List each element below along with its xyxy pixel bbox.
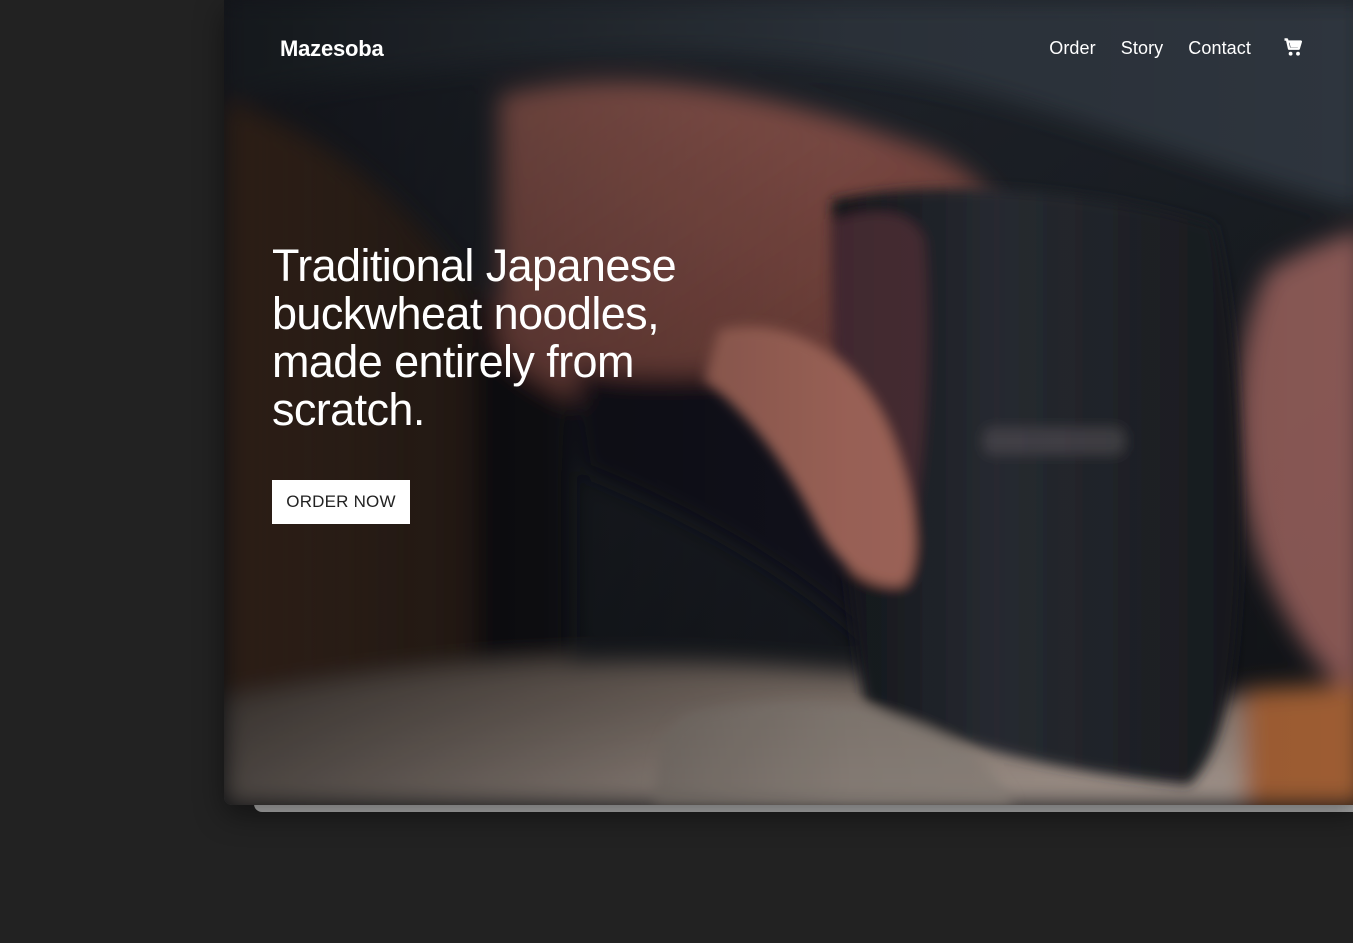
- nav-contact-link[interactable]: Contact: [1188, 38, 1251, 59]
- brand-logo[interactable]: Mazesoba: [280, 36, 384, 62]
- shopping-cart-icon[interactable]: [1281, 35, 1305, 59]
- main-navigation: Order Story Contact: [1049, 38, 1251, 59]
- order-now-button[interactable]: ORDER NOW: [272, 480, 410, 524]
- hero-section: Mazesoba Order Story Contact Traditional…: [224, 0, 1353, 805]
- browser-stage: Mazesoba Order Story Contact Traditional…: [0, 0, 1353, 943]
- nav-order-link[interactable]: Order: [1049, 38, 1096, 59]
- hero-headline: Traditional Japanese buckwheat noodles, …: [272, 240, 677, 435]
- nav-story-link[interactable]: Story: [1121, 38, 1164, 59]
- site-header: Mazesoba Order Story Contact: [224, 0, 1353, 96]
